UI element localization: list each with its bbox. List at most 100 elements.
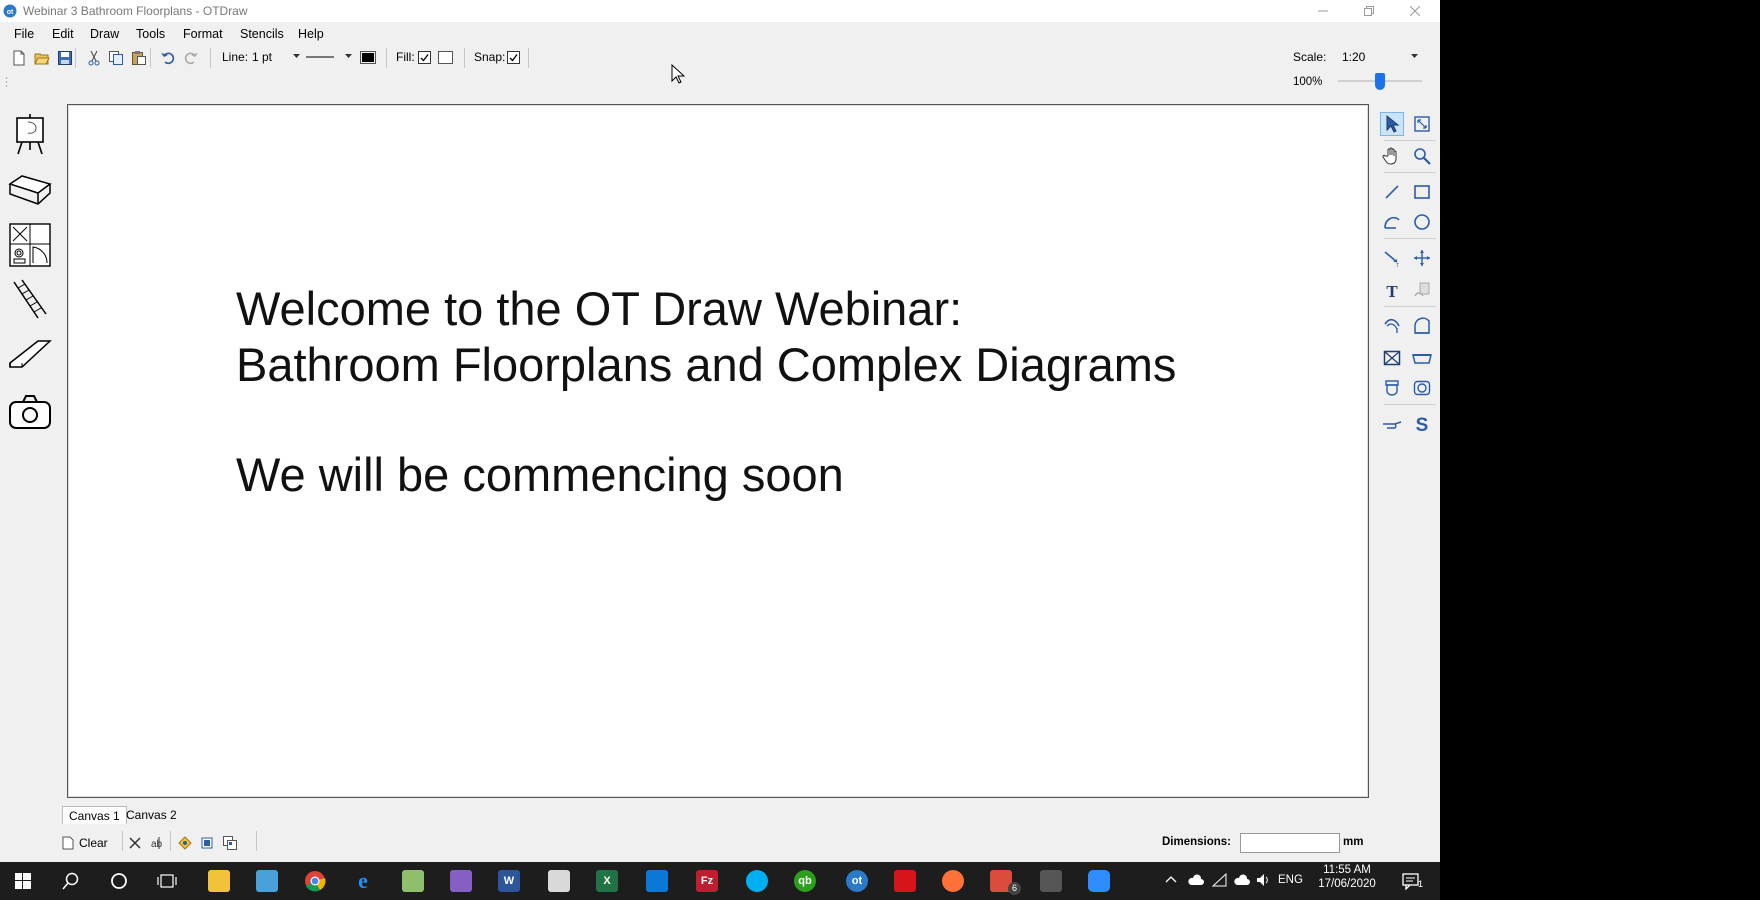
menu-draw[interactable]: Draw bbox=[90, 27, 119, 41]
clear-button[interactable]: Clear bbox=[62, 834, 114, 852]
fill-color-swatch[interactable] bbox=[438, 51, 453, 64]
toilet-tool[interactable] bbox=[1380, 376, 1404, 400]
tab-canvas-1[interactable]: Canvas 1 bbox=[62, 806, 127, 824]
tab-canvas-2[interactable]: Canvas 2 bbox=[120, 806, 183, 824]
fixtures-stencil-button[interactable] bbox=[8, 223, 52, 267]
taskbar-edge[interactable]: e bbox=[340, 862, 386, 900]
bath-tool[interactable] bbox=[1410, 346, 1434, 370]
save-button[interactable] bbox=[56, 49, 74, 67]
s-curve-tool[interactable]: S bbox=[1410, 412, 1434, 436]
basin-tool[interactable] bbox=[1410, 376, 1434, 400]
line-weight-select[interactable]: 1 pt bbox=[252, 48, 300, 66]
wall-corner-tool[interactable] bbox=[1410, 314, 1434, 338]
window-icon bbox=[1383, 350, 1401, 366]
volume-icon[interactable] bbox=[1256, 873, 1272, 887]
taskbar-snipping[interactable] bbox=[536, 862, 582, 900]
menu-format[interactable]: Format bbox=[183, 27, 223, 41]
ladder-stencil-button[interactable] bbox=[8, 277, 52, 321]
taskbar-chrome[interactable] bbox=[292, 862, 338, 900]
line-color-fill bbox=[362, 53, 374, 62]
line-color-swatch[interactable] bbox=[360, 51, 376, 64]
fill-checkbox[interactable] bbox=[418, 51, 431, 64]
menu-stencils[interactable]: Stencils bbox=[240, 27, 284, 41]
zoom-slider-thumb[interactable] bbox=[1375, 73, 1385, 90]
taskbar-skype[interactable] bbox=[734, 862, 780, 900]
text-tool[interactable]: T bbox=[1380, 278, 1404, 302]
bring-front-button[interactable] bbox=[198, 834, 216, 852]
clock[interactable]: 11:55 AM 17/06/2020 bbox=[1310, 864, 1384, 890]
restore-button[interactable] bbox=[1346, 0, 1392, 22]
chevron-up-icon[interactable] bbox=[1165, 875, 1177, 883]
curve-tool[interactable] bbox=[1380, 210, 1404, 234]
taskbar-visual-studio[interactable] bbox=[438, 862, 484, 900]
taskbar-notepad[interactable] bbox=[390, 862, 436, 900]
new-button[interactable] bbox=[10, 49, 28, 67]
taskbar-cortana[interactable] bbox=[96, 862, 142, 900]
window-tool[interactable] bbox=[1380, 346, 1404, 370]
close-button[interactable] bbox=[1392, 0, 1438, 22]
canvas-text-title[interactable]: Welcome to the OT Draw Webinar: bbox=[236, 285, 962, 332]
canvas-text-subtitle[interactable]: Bathroom Floorplans and Complex Diagrams bbox=[236, 341, 1176, 388]
canvas-text-notice[interactable]: We will be commencing soon bbox=[236, 451, 844, 498]
wifi-icon[interactable] bbox=[1212, 873, 1228, 887]
move-tool[interactable] bbox=[1410, 246, 1434, 270]
onedrive-icon[interactable] bbox=[1188, 873, 1204, 887]
camera-button[interactable] bbox=[8, 390, 52, 434]
scale-select[interactable]: 1:20 bbox=[1338, 48, 1418, 66]
taskbar-calendar[interactable] bbox=[634, 862, 680, 900]
canvas-stencil-button[interactable] bbox=[8, 112, 52, 156]
action-center-button[interactable]: 1 bbox=[1394, 870, 1434, 892]
stencil-copy-tool[interactable] bbox=[1410, 278, 1434, 302]
taskbar-otdraw[interactable]: ot bbox=[834, 862, 880, 900]
taskbar-acrobat[interactable] bbox=[882, 862, 928, 900]
taskbar-zoom[interactable] bbox=[1076, 862, 1122, 900]
window-title: Webinar 3 Bathroom Floorplans - OTDraw bbox=[23, 4, 248, 18]
pan-tool[interactable] bbox=[1380, 144, 1404, 168]
language-indicator[interactable]: ENG bbox=[1278, 874, 1303, 886]
group-button[interactable] bbox=[176, 834, 194, 852]
wall-corner-icon bbox=[1414, 317, 1430, 334]
dimension-tool[interactable]: T bbox=[1380, 246, 1404, 270]
redo-button[interactable] bbox=[182, 49, 200, 67]
line-tool[interactable] bbox=[1380, 180, 1404, 204]
menu-file[interactable]: File bbox=[14, 27, 34, 41]
ramp-stencil-button[interactable] bbox=[8, 333, 52, 377]
open-button[interactable] bbox=[33, 49, 51, 67]
minimize-button[interactable] bbox=[1300, 0, 1346, 22]
undo-button[interactable] bbox=[159, 49, 177, 67]
dimensions-input[interactable] bbox=[1240, 833, 1340, 853]
drawing-canvas[interactable]: Welcome to the OT Draw Webinar: Bathroom… bbox=[67, 104, 1369, 798]
taskbar-app-tool[interactable] bbox=[244, 862, 290, 900]
taskbar-task-view[interactable] bbox=[144, 862, 190, 900]
taskbar-filezilla[interactable]: Fz bbox=[684, 862, 730, 900]
taskbar-word[interactable]: W bbox=[486, 862, 532, 900]
copy-button[interactable] bbox=[107, 49, 125, 67]
select-tool[interactable] bbox=[1380, 112, 1404, 136]
taskbar-firefox[interactable] bbox=[930, 862, 976, 900]
menu-tools[interactable]: Tools bbox=[136, 27, 165, 41]
taskbar-quickbooks[interactable]: qb bbox=[782, 862, 828, 900]
send-back-button[interactable] bbox=[221, 834, 239, 852]
taskbar-file-explorer[interactable] bbox=[196, 862, 242, 900]
taskbar-todoist[interactable]: 6 bbox=[978, 862, 1024, 900]
menu-edit[interactable]: Edit bbox=[52, 27, 74, 41]
snap-checkbox[interactable] bbox=[507, 51, 520, 64]
zoom-tool[interactable] bbox=[1410, 144, 1434, 168]
grab-rail-tool[interactable] bbox=[1380, 412, 1404, 436]
rectangle-tool[interactable] bbox=[1410, 180, 1434, 204]
paste-button[interactable] bbox=[130, 49, 148, 67]
delete-button[interactable] bbox=[126, 834, 144, 852]
start-button[interactable] bbox=[0, 862, 46, 900]
cut-button[interactable] bbox=[85, 49, 103, 67]
bath-stencil-button[interactable] bbox=[8, 168, 52, 212]
line-style-select[interactable] bbox=[306, 48, 352, 66]
taskbar-calculator[interactable] bbox=[1028, 862, 1074, 900]
cloud-icon[interactable] bbox=[1234, 873, 1250, 887]
circle-tool[interactable] bbox=[1410, 210, 1434, 234]
edit-text-button[interactable]: ab bbox=[147, 834, 165, 852]
handrail-tool[interactable] bbox=[1380, 314, 1404, 338]
menu-help[interactable]: Help bbox=[298, 27, 324, 41]
taskbar-search[interactable] bbox=[48, 862, 94, 900]
taskbar-excel[interactable]: X bbox=[584, 862, 630, 900]
resize-tool[interactable] bbox=[1410, 112, 1434, 136]
